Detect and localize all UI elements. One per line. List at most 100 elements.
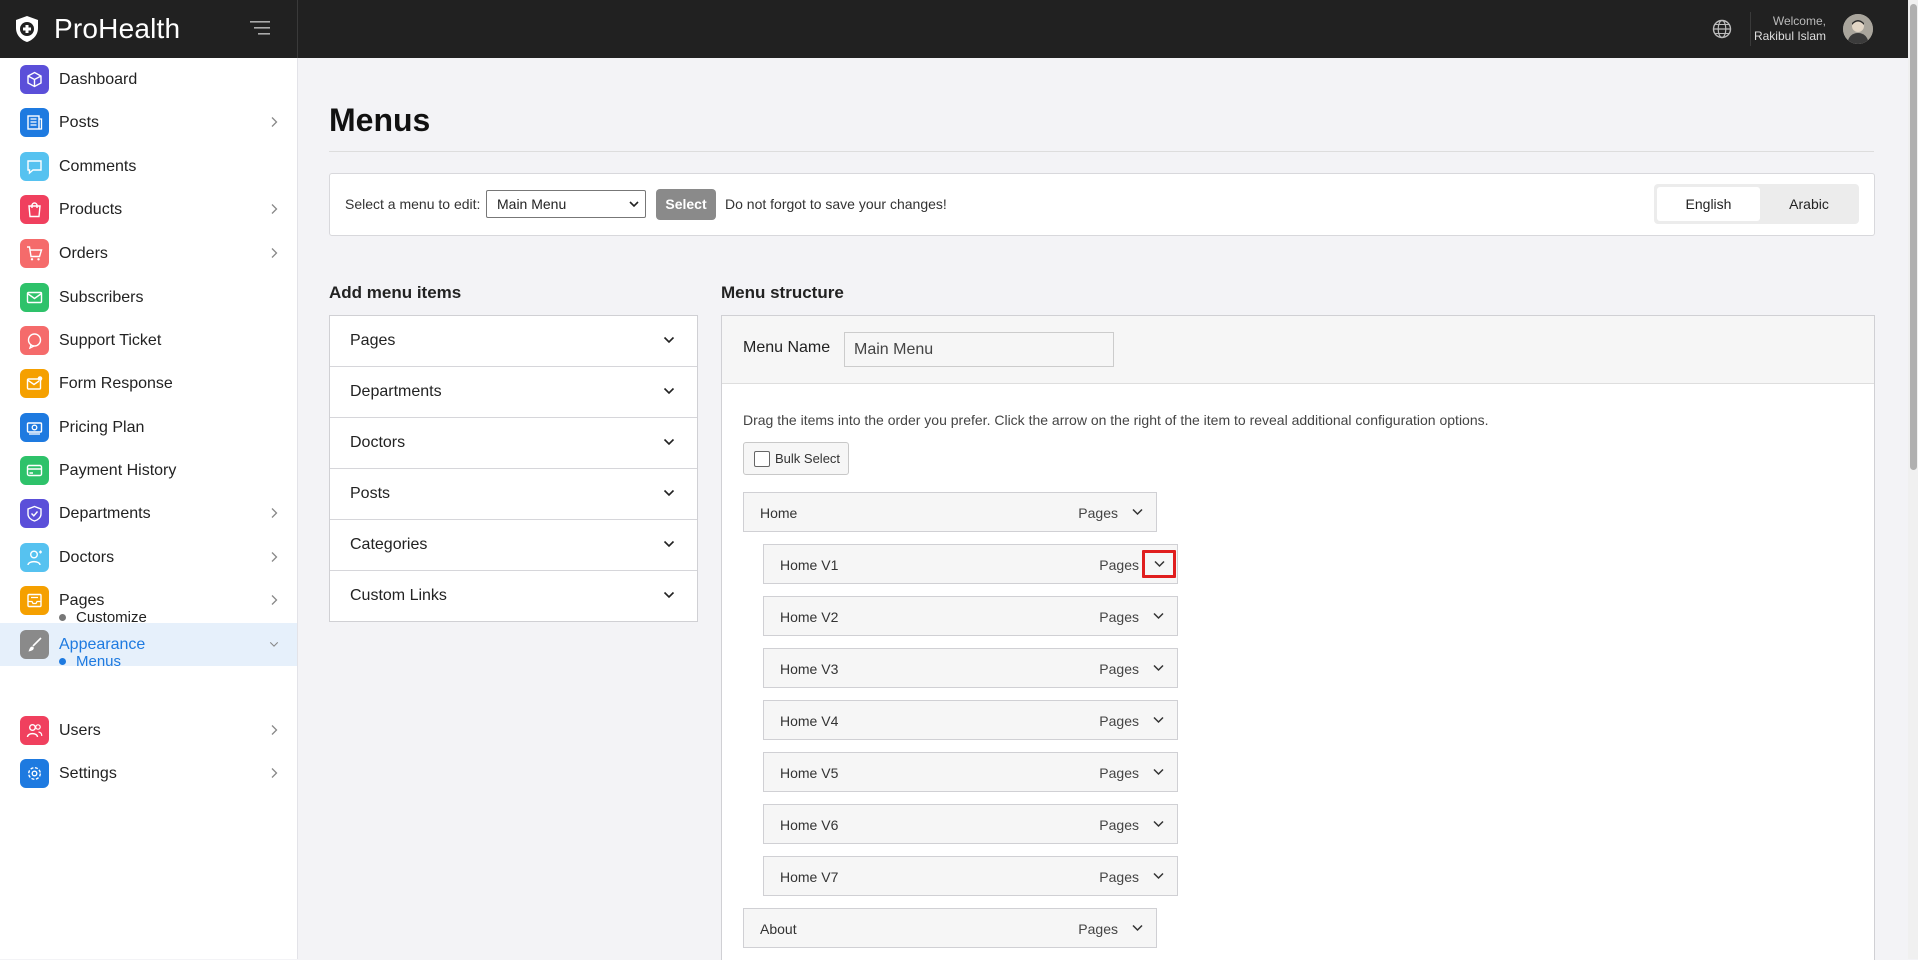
bag-icon — [20, 195, 49, 224]
language-globe-icon[interactable] — [1712, 19, 1732, 39]
user-greeting[interactable]: Welcome, Rakibul Islam — [1754, 14, 1826, 44]
menu-item-home-v2[interactable]: Home V2 Pages — [763, 596, 1178, 636]
menu-item-toggle[interactable] — [1147, 761, 1169, 783]
sidebar-item-comments[interactable]: Comments — [0, 145, 297, 188]
accordion-departments[interactable]: Departments — [330, 367, 697, 418]
sidebar-item-subscribers[interactable]: Subscribers — [0, 276, 297, 319]
cube-icon — [20, 65, 49, 94]
menu-item-toggle[interactable] — [1147, 865, 1169, 887]
sidebar-subitem-menus[interactable]: Menus — [0, 641, 297, 681]
sidebar-item-payment-history[interactable]: Payment History — [0, 449, 297, 492]
menu-item-title: Home V7 — [780, 869, 839, 885]
menu-item-home[interactable]: Home Pages — [743, 492, 1157, 532]
chevron-right-icon — [271, 248, 278, 258]
chevron-down-icon — [663, 540, 675, 548]
avatar[interactable] — [1843, 14, 1873, 44]
sidebar-item-posts[interactable]: Posts — [0, 101, 297, 144]
bulk-select-checkbox[interactable]: Bulk Select — [743, 442, 849, 475]
sidebar-item-support-ticket[interactable]: Support Ticket — [0, 319, 297, 362]
avatar-photo-icon — [1843, 14, 1873, 44]
menu-item-toggle[interactable] — [1142, 550, 1176, 578]
sidebar-item-dashboard[interactable]: Dashboard — [0, 58, 297, 101]
sidebar: Dashboard Posts Comments Products Orders Subs… — [0, 58, 298, 959]
accordion-label: Categories — [350, 536, 428, 553]
menu-item-home-v7[interactable]: Home V7 Pages — [763, 856, 1178, 896]
chevron-down-icon — [1153, 560, 1165, 568]
save-reminder: Do not forgot to save your changes! — [725, 196, 947, 212]
menu-item-toggle[interactable] — [1147, 605, 1169, 627]
menu-item-title: Home V4 — [780, 713, 839, 729]
menu-select-bar: Select a menu to edit: Main Menu Select … — [329, 173, 1875, 236]
newspaper-icon — [20, 108, 49, 137]
menu-item-toggle[interactable] — [1147, 657, 1169, 679]
menu-item-toggle[interactable] — [1147, 709, 1169, 731]
accordion-categories[interactable]: Categories — [330, 520, 697, 571]
chevron-down-icon — [663, 591, 675, 599]
money-icon — [20, 413, 49, 442]
page-scrollbar[interactable] — [1908, 0, 1918, 959]
chevron-right-icon — [271, 117, 278, 127]
menu-structure-panel: Menu Name Drag the items into the order … — [721, 315, 1875, 960]
sidebar-item-label: Payment History — [59, 461, 177, 479]
welcome-text: Welcome, — [1772, 14, 1826, 28]
menu-item-type: Pages — [1099, 557, 1139, 573]
menu-item-home-v5[interactable]: Home V5 Pages — [763, 752, 1178, 792]
accordion-custom-links[interactable]: Custom Links — [330, 571, 697, 621]
chat-icon — [20, 152, 49, 181]
users-icon — [20, 716, 49, 745]
menu-item-title: Home V5 — [780, 765, 839, 781]
scrollbar-thumb[interactable] — [1910, 4, 1917, 470]
menu-name-label: Menu Name — [743, 339, 831, 356]
menu-item-home-v4[interactable]: Home V4 Pages — [763, 700, 1178, 740]
tab-arabic[interactable]: Arabic — [1762, 187, 1856, 221]
sidebar-item-label: Doctors — [59, 548, 115, 566]
accordion-pages[interactable]: Pages — [330, 316, 697, 367]
sidebar-item-form-response[interactable]: Form Response — [0, 362, 297, 405]
gear-icon — [20, 759, 49, 788]
sidebar-item-label: Pricing Plan — [59, 418, 145, 436]
menu-item-toggle[interactable] — [1126, 501, 1148, 523]
shield-icon — [20, 499, 49, 528]
menu-item-about[interactable]: About Pages — [743, 908, 1157, 948]
user-icon — [20, 543, 49, 572]
sidebar-item-settings[interactable]: Settings — [0, 752, 297, 795]
brand[interactable]: ProHealth — [0, 0, 297, 58]
header-divider-right — [1750, 12, 1751, 46]
card-icon — [20, 456, 49, 485]
select-button[interactable]: Select — [656, 189, 716, 220]
sidebar-item-doctors[interactable]: Doctors — [0, 536, 297, 579]
sidebar-item-departments[interactable]: Departments — [0, 492, 297, 535]
title-divider — [329, 151, 1874, 152]
tab-english[interactable]: English — [1657, 187, 1760, 221]
sidebar-item-orders[interactable]: Orders — [0, 232, 297, 275]
sidebar-item-pricing-plan[interactable]: Pricing Plan — [0, 406, 297, 449]
chevron-down-icon — [1131, 924, 1143, 932]
menu-item-home-v1[interactable]: Home V1 Pages — [763, 544, 1178, 584]
sidebar-item-label: Comments — [59, 157, 137, 175]
menu-select-dropdown[interactable]: Main Menu — [486, 190, 646, 218]
accordion-posts[interactable]: Posts — [330, 469, 697, 520]
sidebar-subitem-label: Customize — [76, 608, 147, 626]
chevron-down-icon — [1152, 664, 1164, 672]
menu-name-input[interactable] — [844, 332, 1114, 367]
menu-item-toggle[interactable] — [1126, 917, 1148, 939]
chevron-down-icon — [629, 201, 639, 208]
menu-toggle-icon[interactable] — [250, 20, 270, 36]
accordion-label: Doctors — [350, 434, 406, 451]
menu-item-home-v6[interactable]: Home V6 Pages — [763, 804, 1178, 844]
bullet-icon — [59, 613, 66, 621]
menu-item-toggle[interactable] — [1147, 813, 1169, 835]
chevron-right-icon — [271, 552, 278, 562]
app-name: ProHealth — [54, 13, 181, 44]
menu-item-home-v3[interactable]: Home V3 Pages — [763, 648, 1178, 688]
sidebar-item-users[interactable]: Users — [0, 709, 297, 752]
menu-select-label: Select a menu to edit: — [345, 196, 481, 212]
menu-item-type: Pages — [1099, 661, 1139, 677]
sidebar-subitem-customize[interactable]: Customize — [0, 597, 297, 637]
accordion-doctors[interactable]: Doctors — [330, 418, 697, 469]
chevron-down-icon — [1152, 716, 1164, 724]
menu-item-type: Pages — [1099, 765, 1139, 781]
top-bar: ProHealth Welcome, Rakibul Islam — [0, 0, 1908, 58]
menu-item-title: About — [760, 921, 797, 937]
sidebar-item-products[interactable]: Products — [0, 188, 297, 231]
